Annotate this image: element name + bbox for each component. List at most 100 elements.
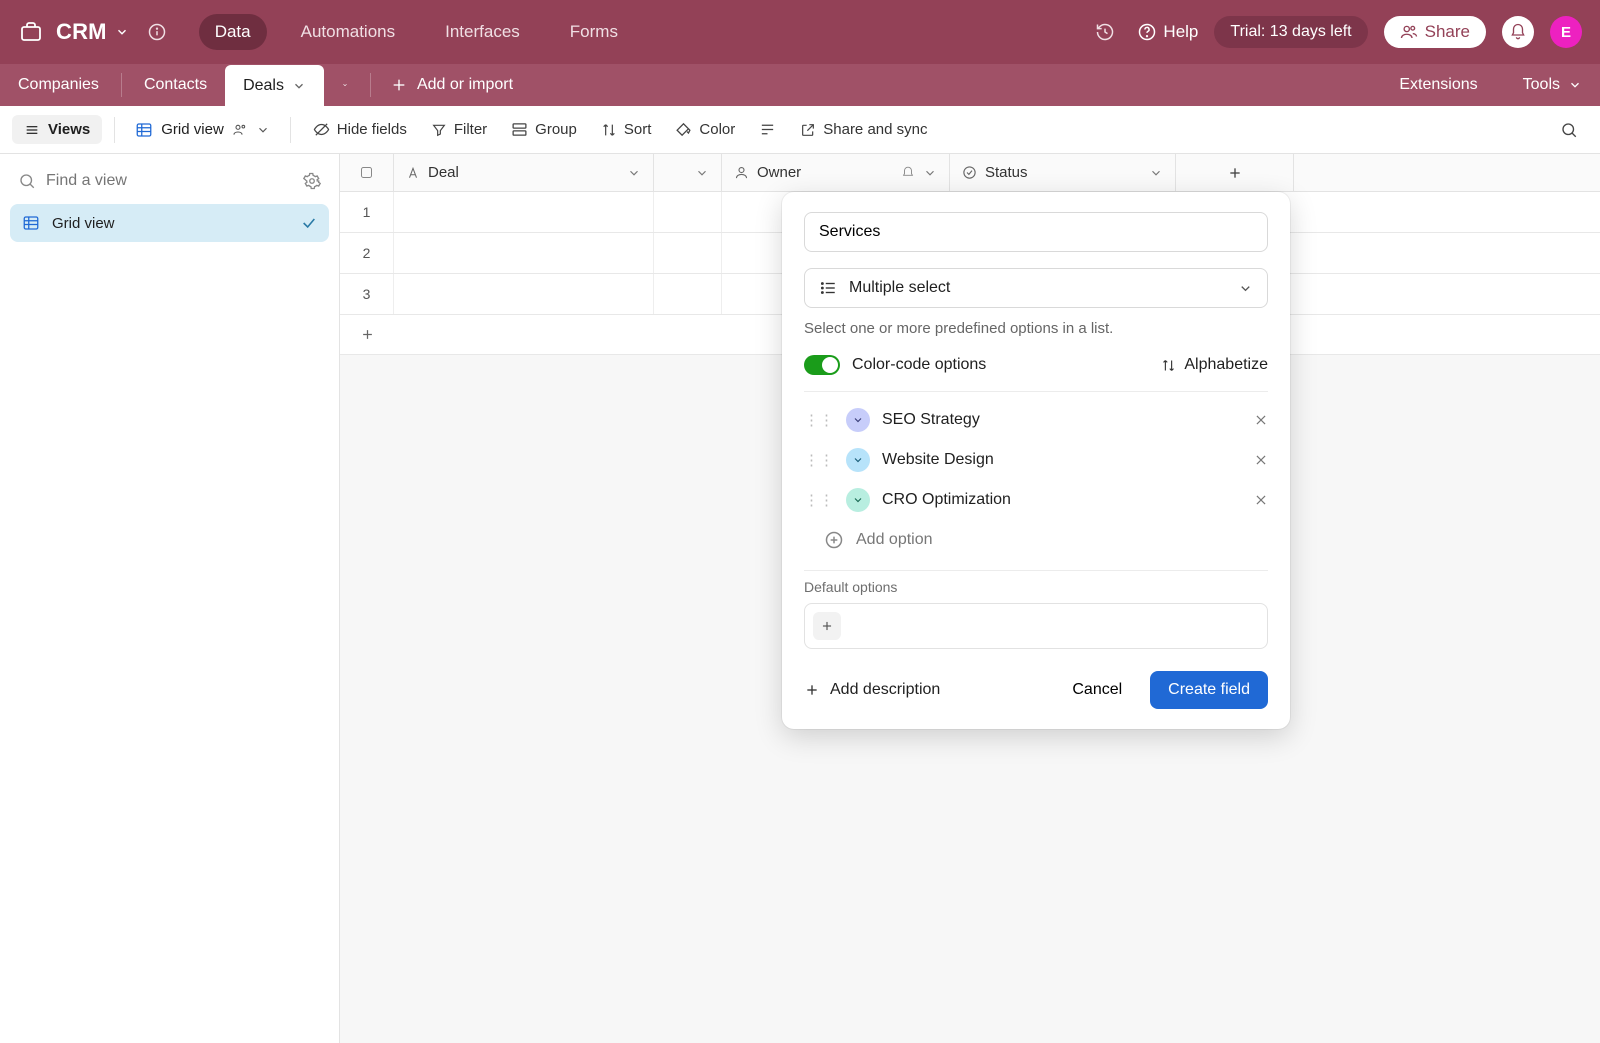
column-status[interactable]: Status — [950, 154, 1176, 191]
add-description-button[interactable]: Add description — [804, 681, 940, 699]
views-sidebar: Grid view — [0, 154, 340, 1043]
share-sync-button[interactable]: Share and sync — [790, 115, 937, 144]
nav-automations[interactable]: Automations — [285, 14, 412, 50]
drag-handle-icon[interactable]: ⋮⋮ — [804, 451, 834, 469]
tab-deals[interactable]: Deals — [225, 65, 324, 106]
row-number: 2 — [340, 233, 394, 273]
help-label: Help — [1163, 22, 1198, 42]
workspace-name: CRM — [56, 19, 107, 45]
option-color-chip[interactable] — [846, 408, 870, 432]
tools-button[interactable]: Tools — [1505, 76, 1600, 94]
single-select-icon — [962, 165, 977, 180]
nav-interfaces[interactable]: Interfaces — [429, 14, 536, 50]
default-options-box[interactable] — [804, 603, 1268, 649]
chevron-down-icon[interactable] — [1149, 166, 1163, 180]
remove-option-button[interactable] — [1254, 413, 1268, 427]
color-button[interactable]: Color — [665, 115, 745, 144]
plus-icon — [391, 77, 407, 93]
views-toggle[interactable]: Views — [12, 115, 102, 144]
menu-icon — [24, 122, 40, 138]
chevron-down-icon — [292, 79, 306, 93]
column-unnamed[interactable] — [654, 154, 722, 191]
top-header: CRM Data Automations Interfaces Forms He… — [0, 0, 1600, 64]
field-type-desc: Select one or more predefined options in… — [804, 320, 1268, 337]
chevron-down-icon — [1238, 281, 1253, 296]
current-view-label: Grid view — [161, 121, 224, 138]
option-row[interactable]: ⋮⋮ CRO Optimization — [804, 480, 1268, 520]
row-number: 1 — [340, 192, 394, 232]
chevron-down-icon[interactable] — [695, 166, 709, 180]
avatar[interactable]: E — [1550, 16, 1582, 48]
sort-button[interactable]: Sort — [591, 115, 662, 144]
extensions-button[interactable]: Extensions — [1381, 76, 1495, 94]
people-icon — [1400, 23, 1418, 41]
field-type-select[interactable]: Multiple select — [804, 268, 1268, 308]
find-view-input[interactable] — [46, 172, 293, 190]
plus-icon — [820, 619, 834, 633]
text-icon — [406, 166, 420, 180]
history-icon[interactable] — [1089, 16, 1121, 48]
help-button[interactable]: Help — [1137, 22, 1198, 42]
cancel-button[interactable]: Cancel — [1062, 673, 1132, 707]
nav-data[interactable]: Data — [199, 14, 267, 50]
trial-chip[interactable]: Trial: 13 days left — [1214, 16, 1367, 48]
grid-icon — [135, 121, 153, 139]
alphabetize-button[interactable]: Alphabetize — [1161, 356, 1268, 374]
plus-icon — [1227, 165, 1243, 181]
create-field-popover: Multiple select Select one or more prede… — [782, 192, 1290, 729]
option-color-chip[interactable] — [846, 448, 870, 472]
bell-icon — [1509, 23, 1527, 41]
add-field-button[interactable] — [1176, 154, 1294, 191]
view-item-grid[interactable]: Grid view — [10, 204, 329, 242]
tab-contacts[interactable]: Contacts — [126, 64, 225, 106]
share-label: Share — [1425, 22, 1470, 42]
current-view[interactable]: Grid view — [127, 115, 278, 145]
option-row[interactable]: ⋮⋮ Website Design — [804, 440, 1268, 480]
add-option-button[interactable]: Add option — [804, 520, 1268, 554]
nav-forms[interactable]: Forms — [554, 14, 634, 50]
chevron-down-icon[interactable] — [923, 166, 937, 180]
remove-option-button[interactable] — [1254, 453, 1268, 467]
option-color-chip[interactable] — [846, 488, 870, 512]
option-row[interactable]: ⋮⋮ SEO Strategy — [804, 400, 1268, 440]
multi-select-icon — [819, 279, 837, 297]
field-name-input[interactable] — [804, 212, 1268, 252]
main-area: Grid view Deal Owner — [0, 154, 1600, 1043]
search-icon — [1560, 121, 1578, 139]
color-code-toggle[interactable] — [804, 355, 840, 375]
workspace[interactable]: CRM — [18, 16, 173, 48]
tab-more[interactable] — [324, 64, 366, 106]
select-all[interactable] — [340, 154, 394, 191]
create-field-button[interactable]: Create field — [1150, 671, 1268, 709]
group-icon — [511, 121, 528, 138]
settings-icon[interactable] — [303, 172, 321, 190]
hide-fields-button[interactable]: Hide fields — [303, 115, 417, 144]
row-height-button[interactable] — [749, 115, 786, 144]
color-code-label: Color-code options — [852, 356, 986, 374]
chevron-down-icon — [1568, 78, 1582, 92]
primary-nav: Data Automations Interfaces Forms — [199, 14, 634, 50]
remove-option-button[interactable] — [1254, 493, 1268, 507]
search-button[interactable] — [1550, 115, 1588, 145]
drag-handle-icon[interactable]: ⋮⋮ — [804, 411, 834, 429]
default-options-label: Default options — [804, 579, 1268, 595]
drag-handle-icon[interactable]: ⋮⋮ — [804, 491, 834, 509]
column-deal[interactable]: Deal — [394, 154, 654, 191]
info-icon[interactable] — [141, 16, 173, 48]
tab-companies[interactable]: Companies — [0, 64, 117, 106]
add-or-import-button[interactable]: Add or import — [375, 64, 529, 106]
chevron-down-icon[interactable] — [627, 166, 641, 180]
chevron-down-icon — [342, 78, 348, 92]
grid-icon — [22, 214, 40, 232]
chevron-down-icon — [115, 25, 129, 39]
group-button[interactable]: Group — [501, 115, 587, 144]
paint-icon — [675, 121, 692, 138]
find-view[interactable] — [10, 164, 329, 198]
view-item-label: Grid view — [52, 215, 115, 232]
share-button[interactable]: Share — [1384, 16, 1486, 48]
notifications-button[interactable] — [1502, 16, 1534, 48]
column-owner[interactable]: Owner — [722, 154, 950, 191]
filter-button[interactable]: Filter — [421, 115, 497, 144]
check-icon — [301, 215, 317, 231]
add-default-button[interactable] — [813, 612, 841, 640]
